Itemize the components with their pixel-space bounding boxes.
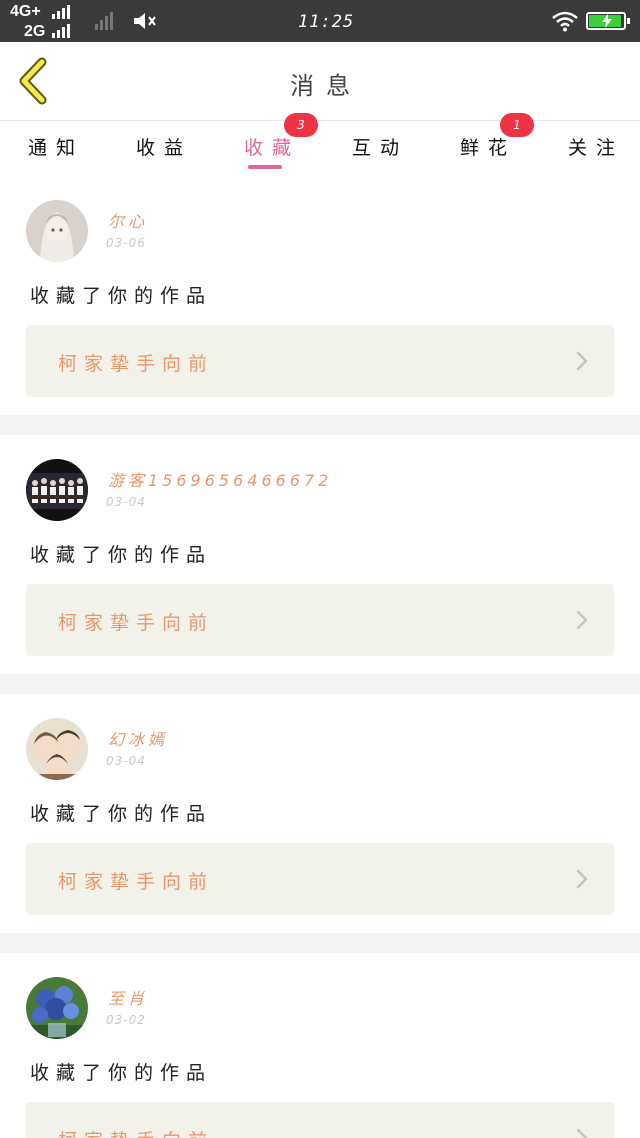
signal-empty-icon [95,12,113,30]
battery-charging-icon [586,12,630,30]
notification-card: 幻冰嫣 03-04 收藏了你的作品柯家挚手向前 [0,694,640,933]
tab-flowers[interactable]: 鲜花 1 [460,113,534,175]
tab-label: 互动 [352,137,409,159]
notification-card: 尔心 03-06 收藏了你的作品柯家挚手向前 [0,176,640,415]
avatar[interactable] [26,459,88,521]
chevron-right-icon [576,1128,588,1138]
username[interactable]: 幻冰嫣 [108,726,168,750]
work-title: 柯家挚手向前 [58,612,215,634]
tab-follow[interactable]: 关注 [568,121,638,175]
charging-bolt-icon [602,14,612,28]
notification-date: 03-02 [106,1013,146,1027]
notification-list: 尔心 03-06 收藏了你的作品 柯家挚手向前 游客1569656466672 03-04… [0,176,640,1138]
app-screen: 4G+ 2G 11:25 消息 通知 收益 收藏 3 互动 鲜花 1 关注 尔心… [0,0,640,1138]
clock: 11:25 [298,12,355,32]
notification-date: 03-04 [106,754,146,768]
work-link[interactable]: 柯家挚手向前 [26,1102,614,1138]
chevron-right-icon [576,610,588,630]
section-divider [0,933,640,953]
network-type-primary: 4G+ [10,3,41,20]
tab-label: 通知 [28,137,85,159]
avatar[interactable] [26,977,88,1039]
page-title: 消息 [290,72,362,100]
notification-date: 03-04 [106,495,146,509]
avatar[interactable] [26,718,88,780]
signal-icon [52,24,70,38]
signal-icon [52,5,70,19]
work-title: 柯家挚手向前 [58,871,215,893]
unread-badge: 3 [284,113,318,137]
tab-notice[interactable]: 通知 [28,121,98,175]
tab-label: 收藏 [244,137,301,159]
tab-interaction[interactable]: 互动 [352,121,422,175]
wifi-icon [552,11,578,32]
section-divider [0,415,640,435]
chevron-right-icon [576,351,588,371]
work-link[interactable]: 柯家挚手向前 [26,584,614,656]
action-text: 收藏了你的作品 [30,1062,213,1084]
section-divider [0,674,640,694]
tab-label: 鲜花 [460,137,517,159]
chevron-right-icon [576,869,588,889]
tab-bar: 通知 收益 收藏 3 互动 鲜花 1 关注 [0,113,640,175]
work-title: 柯家挚手向前 [58,1126,214,1138]
notification-card: 游客1569656466672 03-04 收藏了你的作品柯家挚手向前 [0,435,640,674]
active-tab-indicator [248,165,282,169]
mute-speaker-icon [134,13,156,29]
action-text: 收藏了你的作品 [30,285,213,307]
tab-label: 收益 [136,137,193,159]
title-bar: 消息 [0,42,640,121]
notification-card: 至肖 03-02 收藏了你的作品柯家挚手向前 [0,953,640,1138]
tab-favorites[interactable]: 收藏 3 [244,113,318,175]
network-type-secondary: 2G [24,23,46,40]
username[interactable]: 游客1569656466672 [108,467,332,491]
action-text: 收藏了你的作品 [30,544,213,566]
tab-earnings[interactable]: 收益 [136,121,206,175]
username[interactable]: 尔心 [108,208,148,232]
notification-date: 03-06 [106,236,146,250]
work-link[interactable]: 柯家挚手向前 [26,843,614,915]
work-link[interactable]: 柯家挚手向前 [26,325,614,397]
work-title: 柯家挚手向前 [58,353,215,375]
tab-label: 关注 [568,137,625,159]
username[interactable]: 至肖 [108,985,148,1009]
avatar[interactable] [26,200,88,262]
unread-badge: 1 [500,113,534,137]
action-text: 收藏了你的作品 [30,803,213,825]
status-bar: 4G+ 2G 11:25 [0,0,640,42]
